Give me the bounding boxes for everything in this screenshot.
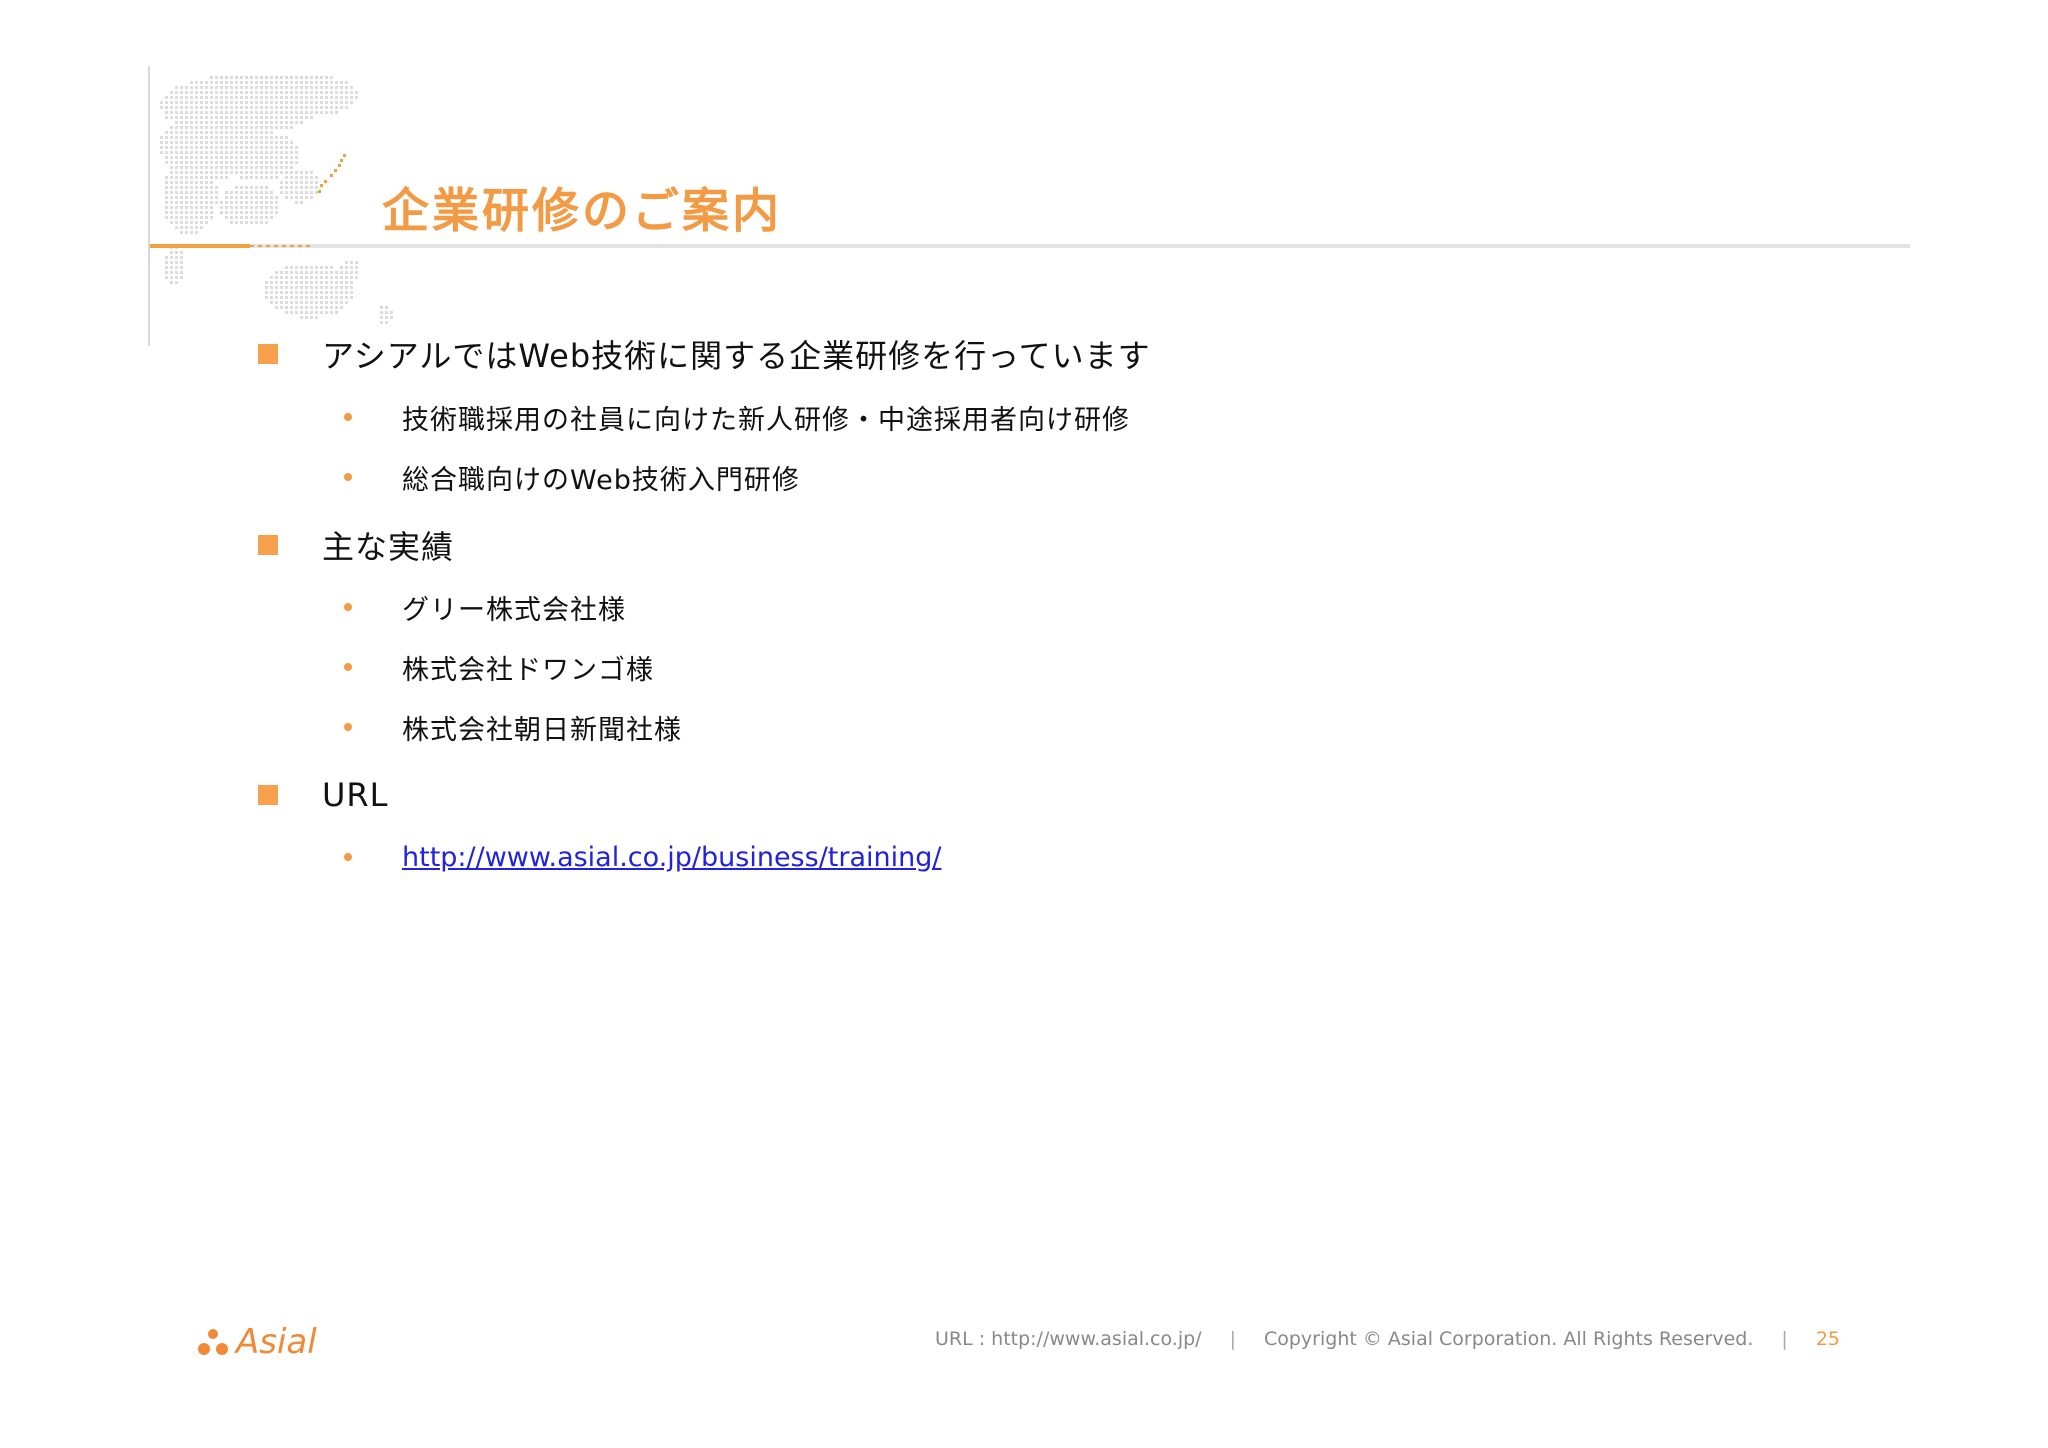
footer-url: URL : http://www.asial.co.jp/ — [934, 1328, 1202, 1350]
header-rule-accent-dots — [250, 245, 312, 247]
dot-bullet-icon — [344, 473, 352, 481]
footer-separator: | — [1229, 1328, 1236, 1350]
header-rule — [150, 244, 1910, 248]
list-item-text: 株式会社朝日新聞社様 — [402, 714, 682, 746]
dot-bullet-icon — [344, 413, 352, 421]
dot-bullet-icon — [344, 723, 352, 731]
slide-title: 企業研修のご案内 — [382, 184, 782, 239]
section-heading-text: 主な実績 — [322, 528, 455, 566]
section-heading-text: アシアルではWeb技術に関する企業研修を行っています — [322, 337, 1151, 375]
list-item: 総合職向けのWeb技術入門研修 — [344, 457, 800, 497]
logo-dots-icon — [198, 1329, 228, 1355]
list-item: グリー株式会社様 — [344, 587, 626, 627]
section-heading: URL — [258, 770, 388, 820]
list-item: http://www.asial.co.jp/business/training… — [344, 837, 942, 877]
section-heading: 主な実績 — [258, 520, 454, 570]
section-heading-text: URL — [322, 776, 389, 814]
dot-bullet-icon — [344, 853, 352, 861]
list-item: 株式会社ドワンゴ様 — [344, 647, 654, 687]
training-url-link[interactable]: http://www.asial.co.jp/business/training… — [402, 842, 942, 873]
list-item-text: 総合職向けのWeb技術入門研修 — [402, 464, 800, 496]
frame-vertical-line — [148, 66, 150, 346]
list-item-text: 技術職採用の社員に向けた新人研修・中途採用者向け研修 — [402, 404, 1130, 436]
dot-bullet-icon — [344, 603, 352, 611]
dot-bullet-icon — [344, 663, 352, 671]
square-bullet-icon — [258, 344, 278, 364]
list-item: 技術職採用の社員に向けた新人研修・中途採用者向け研修 — [344, 397, 1130, 437]
section-heading: アシアルではWeb技術に関する企業研修を行っています — [258, 329, 1151, 379]
logo-text: Asial — [236, 1322, 317, 1362]
footer-copyright: Copyright © Asial Corporation. All Right… — [1263, 1328, 1754, 1350]
page-number: 25 — [1815, 1328, 1840, 1350]
footer-info: URL : http://www.asial.co.jp/ | Copyrigh… — [935, 1328, 1840, 1350]
asial-logo: Asial — [196, 1322, 317, 1362]
square-bullet-icon — [258, 535, 278, 555]
header-rule-accent — [150, 244, 250, 248]
list-item-text: 株式会社ドワンゴ様 — [402, 654, 654, 686]
footer-separator: | — [1781, 1328, 1788, 1350]
list-item: 株式会社朝日新聞社様 — [344, 707, 682, 747]
list-item-text: グリー株式会社様 — [402, 594, 626, 626]
square-bullet-icon — [258, 785, 278, 805]
